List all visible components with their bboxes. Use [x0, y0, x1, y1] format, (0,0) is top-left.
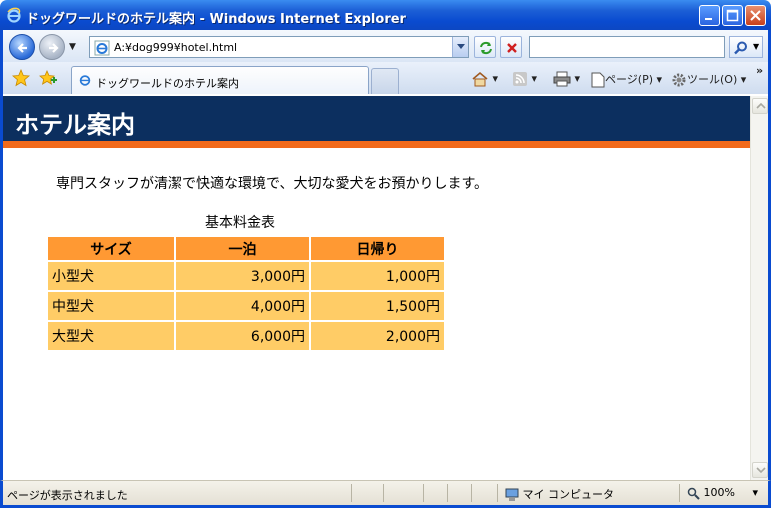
chevron-more-icon[interactable]: »: [756, 64, 763, 77]
back-button[interactable]: [9, 34, 35, 60]
ie-logo-icon: [7, 7, 21, 23]
address-url: A:¥dog999¥hotel.html: [114, 41, 238, 54]
vertical-scrollbar[interactable]: [750, 96, 768, 480]
table-caption: 基本料金表: [205, 215, 275, 231]
address-dropdown-button[interactable]: [452, 37, 468, 57]
new-tab-button[interactable]: [371, 68, 399, 94]
tools-menu-button[interactable]: ツール(O) ▾: [671, 71, 746, 88]
cell-daytrip: 2,000円: [309, 320, 446, 352]
table-header-row: サイズ 一泊 日帰り: [46, 235, 446, 262]
cell-daytrip: 1,000円: [309, 260, 446, 292]
page-menu-label: ページ(P): [605, 73, 653, 86]
tools-menu-label: ツール(O): [687, 73, 738, 86]
maximize-icon: [726, 9, 739, 22]
search-button[interactable]: ▼: [729, 36, 763, 58]
cell-size: 大型犬: [46, 320, 176, 352]
page-icon: [591, 72, 605, 88]
status-divider: [447, 484, 448, 502]
stop-button[interactable]: [500, 36, 522, 58]
rss-feed-icon: [513, 72, 527, 86]
gear-icon: [672, 73, 686, 87]
column-header-size: サイズ: [46, 235, 176, 262]
window-titlebar[interactable]: ドッグワールドのホテル案内 - Windows Internet Explore…: [0, 0, 771, 30]
close-icon: [750, 10, 761, 21]
security-zone[interactable]: マイ コンピュータ: [505, 486, 614, 502]
window-title: ドッグワールドのホテル案内 - Windows Internet Explore…: [26, 12, 406, 27]
cell-overnight: 6,000円: [174, 320, 311, 352]
table-row: 小型犬 3,000円 1,000円: [46, 260, 446, 292]
cell-size: 小型犬: [46, 260, 176, 292]
chevron-down-icon: [756, 467, 766, 473]
favorites-star-icon[interactable]: [12, 69, 30, 87]
address-bar[interactable]: A:¥dog999¥hotel.html: [89, 36, 469, 58]
table-row: 中型犬 4,000円 1,500円: [46, 290, 446, 322]
tab-label: ドッグワールドのホテル案内: [96, 77, 239, 90]
status-divider: [351, 484, 352, 502]
status-divider: [423, 484, 424, 502]
search-icon: [734, 41, 747, 55]
computer-icon: [505, 488, 519, 501]
table-row: 大型犬 6,000円 2,000円: [46, 320, 446, 352]
search-input[interactable]: [529, 36, 725, 58]
scroll-down-button[interactable]: [752, 462, 768, 478]
minimize-icon: [705, 18, 712, 20]
column-header-overnight: 一泊: [174, 235, 311, 262]
history-dropdown-icon[interactable]: ▼: [69, 42, 76, 52]
tab-toolbar: ドッグワールドのホテル案内 ▾ ▾ ▾ ページ(P) ▾ ツール(O) ▾ »: [0, 62, 771, 94]
close-button[interactable]: [745, 5, 766, 26]
maximize-button[interactable]: [722, 5, 743, 26]
status-divider: [497, 484, 498, 502]
status-divider: [471, 484, 472, 502]
tab-hotel-guide[interactable]: ドッグワールドのホテル案内: [71, 66, 369, 94]
status-text: ページが表示されました: [7, 489, 128, 502]
scroll-up-button[interactable]: [752, 98, 768, 114]
cell-overnight: 3,000円: [174, 260, 311, 292]
home-icon: [472, 71, 488, 87]
cell-overnight: 4,000円: [174, 290, 311, 322]
refresh-icon: [480, 41, 492, 55]
status-bar: ページが表示されました マイ コンピュータ 100% ▾: [0, 480, 771, 508]
print-icon: [553, 71, 571, 87]
feeds-button[interactable]: ▾: [512, 71, 537, 87]
back-arrow-icon: [17, 43, 27, 53]
search-options-icon: ▼: [753, 42, 760, 51]
rates-table: サイズ 一泊 日帰り 小型犬 3,000円 1,000円 中型犬 4,000円 …: [46, 235, 446, 352]
add-favorite-icon[interactable]: [39, 69, 57, 87]
cell-daytrip: 1,500円: [309, 290, 446, 322]
print-button[interactable]: ▾: [553, 71, 580, 87]
intro-text: 専門スタッフが清潔で快適な環境で、大切な愛犬をお預かりします。: [56, 176, 489, 192]
chevron-up-icon: [756, 103, 766, 109]
page-content: ホテル案内 専門スタッフが清潔で快適な環境で、大切な愛犬をお預かりします。 基本…: [3, 96, 750, 480]
cell-size: 中型犬: [46, 290, 176, 322]
page-header-banner: ホテル案内: [3, 96, 750, 148]
page-menu-button[interactable]: ページ(P) ▾: [591, 71, 662, 88]
stop-icon: [507, 43, 517, 53]
chevron-down-icon: [457, 44, 465, 49]
security-zone-label: マイ コンピュータ: [522, 488, 615, 501]
address-toolbar: ▼ A:¥dog999¥hotel.html ▼: [0, 30, 771, 62]
status-divider: [679, 484, 680, 502]
zoom-dropdown-icon: ▾: [752, 486, 758, 499]
forward-arrow-icon: [49, 43, 59, 53]
column-header-daytrip: 日帰り: [309, 235, 446, 262]
home-button[interactable]: ▾: [471, 71, 498, 87]
forward-button[interactable]: [39, 34, 65, 60]
page-title: ホテル案内: [15, 111, 135, 139]
zoom-icon: [687, 487, 700, 500]
status-divider: [383, 484, 384, 502]
zoom-level: 100%: [703, 486, 735, 499]
refresh-button[interactable]: [474, 36, 496, 58]
minimize-button[interactable]: [699, 5, 720, 26]
page-ie-icon: [94, 40, 110, 56]
zoom-control[interactable]: 100% ▾: [687, 486, 758, 500]
page-ie-icon: [79, 75, 91, 86]
